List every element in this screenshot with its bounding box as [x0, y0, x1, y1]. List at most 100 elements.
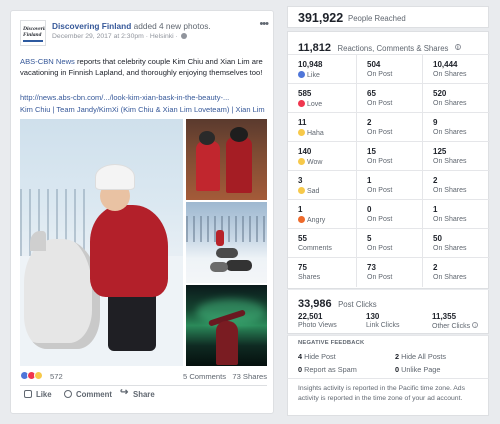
- on-post-cell: 15 On Post: [356, 142, 422, 171]
- post-action-text: added 4 new photos.: [133, 21, 211, 31]
- on-shares-cell: 50 On Shares: [422, 229, 490, 258]
- husky-dog: [24, 239, 100, 349]
- post-clicks-header: 33,986 Post Clicks: [298, 294, 377, 312]
- on-post-value: 73: [367, 263, 376, 272]
- total-cell: 75 Shares: [288, 258, 356, 287]
- photo-aurora[interactable]: [186, 285, 267, 366]
- sled-rider: [216, 230, 224, 246]
- globe-icon: [180, 33, 187, 39]
- on-post-label: On Post: [367, 274, 393, 281]
- metric-label: Sad: [298, 187, 319, 195]
- photo-couple[interactable]: [186, 119, 267, 200]
- insights-panel: 391,922 People Reached 11,812 Reactions,…: [287, 6, 490, 416]
- post-location[interactable]: Helsinki: [150, 33, 174, 40]
- metric-label: Love: [298, 100, 322, 108]
- people-reached-value: 391,922: [298, 11, 344, 25]
- on-post-value: 5: [367, 234, 372, 243]
- on-shares-label: On Shares: [433, 245, 467, 252]
- total-cell: 11 Haha: [288, 113, 356, 142]
- total-value: 11: [298, 118, 307, 127]
- total-cell: 55 Comments: [288, 229, 356, 258]
- on-shares-label: On Shares: [433, 216, 467, 223]
- comment-button[interactable]: Comment: [64, 390, 112, 399]
- person-2: [226, 137, 252, 193]
- on-post-cell: 0 On Post: [356, 200, 422, 229]
- comments-count[interactable]: 5 Comments: [183, 372, 226, 381]
- engagement-row-shares: 75 Shares 73 On Post 2 On Shares: [288, 257, 490, 287]
- metric-label: Haha: [298, 129, 324, 137]
- engagement-row-sad: 3 Sad 1 On Post 2 On Shares: [288, 170, 490, 200]
- neg-hide-post: 4 Hide Post: [298, 352, 336, 361]
- photo-main[interactable]: [20, 119, 183, 366]
- metric-label: Shares: [298, 274, 321, 281]
- person-red-coat: [90, 205, 168, 297]
- on-post-label: On Post: [367, 129, 393, 136]
- shares-count[interactable]: 73 Shares: [232, 372, 267, 381]
- photo-sled-dogs[interactable]: [186, 202, 267, 283]
- photo-views-value: 22,501: [298, 312, 323, 321]
- post-actions: Like Comment Share: [20, 387, 267, 402]
- on-post-cell: 65 On Post: [356, 84, 422, 113]
- engagement-value: 11,812: [298, 42, 332, 54]
- article-url[interactable]: http://news.abs-cbn.com/.../look-kim-xia…: [20, 93, 270, 102]
- post-author-line: Discovering Finland added 4 new photos.: [52, 21, 211, 31]
- like-icon: [298, 71, 305, 78]
- on-post-cell: 73 On Post: [356, 258, 422, 287]
- on-shares-value: 9: [433, 118, 438, 127]
- total-value: 55: [298, 234, 307, 243]
- on-post-value: 2: [367, 118, 372, 127]
- link-clicks-value: 130: [366, 312, 380, 321]
- negative-feedback-title: NEGATIVE FEEDBACK: [298, 340, 365, 346]
- sled-dog-3: [210, 262, 228, 272]
- on-post-label: On Post: [367, 100, 393, 107]
- engagement-row-angry: 1 Angry 0 On Post 1 On Shares: [288, 199, 490, 229]
- more-options-icon[interactable]: •••: [259, 18, 269, 30]
- negative-feedback-section: NEGATIVE FEEDBACK 4 Hide Post 2 Hide All P…: [287, 335, 489, 379]
- person-1: [196, 141, 220, 191]
- husky-ear: [30, 231, 46, 251]
- post-header: Discovering Finland Discovering Finland …: [20, 18, 269, 50]
- sad-icon: [298, 187, 305, 194]
- total-value: 1: [298, 205, 303, 214]
- sled-dog-1: [216, 248, 238, 258]
- engagement-row-comments: 55 Comments 5 On Post 50 On Shares: [288, 228, 490, 258]
- info-icon[interactable]: i: [454, 44, 461, 51]
- on-post-cell: 5 On Post: [356, 229, 422, 258]
- page-logo[interactable]: Discovering Finland: [20, 20, 46, 46]
- on-post-value: 0: [367, 205, 372, 214]
- reaction-count[interactable]: 572: [50, 372, 63, 381]
- on-post-label: On Post: [367, 158, 393, 165]
- on-post-label: On Post: [367, 245, 393, 252]
- reaction-icons[interactable]: [20, 371, 43, 382]
- post-tags[interactable]: Kim Chiu | Team Jandy/KimXi (Kim Chiu & …: [20, 105, 270, 116]
- photo-views-label: Photo Views: [298, 322, 337, 329]
- engagement-row-haha: 11 Haha 2 On Post 9 On Shares: [288, 112, 490, 142]
- on-shares-label: On Shares: [433, 158, 467, 165]
- timezone-note-section: Insights activity is reported in the Pac…: [287, 378, 489, 416]
- like-button[interactable]: Like: [24, 390, 52, 399]
- share-button[interactable]: Share: [120, 387, 155, 399]
- total-cell: 10,948 Like: [288, 55, 356, 84]
- on-shares-cell: 2 On Shares: [422, 171, 490, 200]
- on-post-label: On Post: [367, 71, 393, 78]
- person-white-hat: [96, 165, 134, 189]
- on-shares-label: On Shares: [433, 274, 467, 281]
- engagement-row-like: 10,948 Like 504 On Post 10,444 On Shares: [288, 54, 490, 84]
- on-post-cell: 2 On Post: [356, 113, 422, 142]
- on-post-cell: 504 On Post: [356, 55, 422, 84]
- on-post-value: 65: [367, 89, 376, 98]
- neg-report-spam: 0 Report as Spam: [298, 365, 357, 374]
- share-icon: [120, 387, 129, 398]
- wow-icon: [298, 158, 305, 165]
- info-icon[interactable]: i: [472, 322, 479, 328]
- post-date[interactable]: December 29, 2017 at 2:30pm: [52, 33, 144, 40]
- total-value: 585: [298, 89, 312, 98]
- reactions-summary: 572 5 Comments 73 Shares: [20, 371, 267, 383]
- post-body: ABS-CBN News reports that celebrity coup…: [20, 57, 270, 78]
- person-silhouette: [216, 321, 238, 365]
- on-post-cell: 1 On Post: [356, 171, 422, 200]
- post-divider: [20, 385, 267, 386]
- source-link[interactable]: ABS-CBN News: [20, 57, 75, 66]
- on-post-label: On Post: [367, 216, 393, 223]
- page-name-link[interactable]: Discovering Finland: [52, 21, 131, 31]
